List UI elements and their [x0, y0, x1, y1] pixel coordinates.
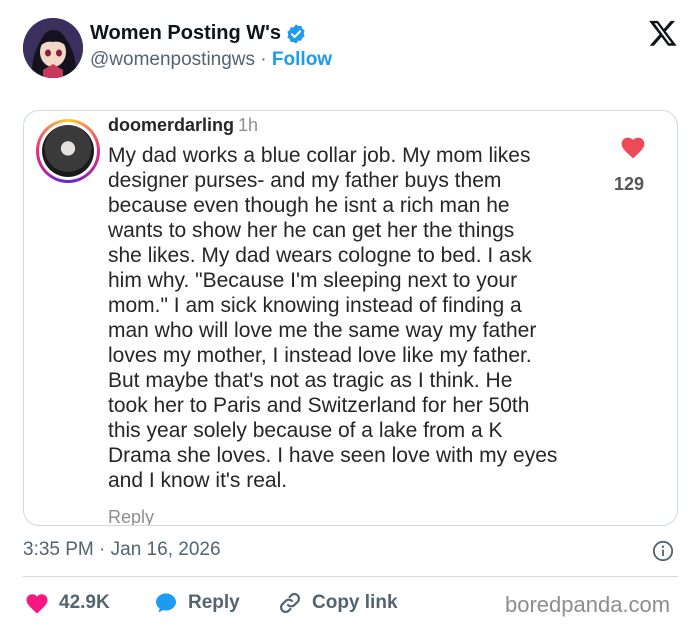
follow-button[interactable]: Follow	[272, 49, 332, 70]
comment-text-line: because even though he isnt a rich man h…	[108, 194, 510, 217]
like-button[interactable]: 42.9K	[25, 590, 110, 616]
heart-icon[interactable]	[620, 135, 646, 159]
comment-text-line: and I know it's real.	[108, 469, 288, 492]
author-handle-row: @womenpostingws · Follow	[90, 49, 332, 71]
commenter-avatar[interactable]	[36, 119, 100, 183]
reply-label: Reply	[188, 592, 240, 613]
speech-bubble-icon	[156, 593, 176, 613]
comment-text-line: man who will love me the same way my fat…	[108, 319, 537, 342]
divider	[23, 576, 678, 577]
anime-avatar-image	[23, 18, 83, 78]
like-count: 42.9K	[59, 592, 110, 613]
comment-text-line: Drama she loves. I have seen love with m…	[108, 444, 558, 467]
author-display-name[interactable]: Women Posting W's	[90, 22, 281, 45]
comment-reply-link[interactable]: Reply	[108, 507, 154, 525]
reply-button[interactable]: Reply	[154, 590, 240, 616]
comment-text-line: But maybe that's not as tragic as I thin…	[108, 369, 513, 392]
comment-text-line: My dad works a blue collar job. My mom l…	[108, 144, 531, 167]
separator-dot: ·	[255, 49, 272, 70]
embedded-comment-card: doomerdarling 1h My dad works a blue coll…	[23, 110, 678, 526]
comment-text-line: loves my mother, I instead love like my …	[108, 344, 532, 367]
info-icon[interactable]	[652, 540, 674, 562]
commenter-username[interactable]: doomerdarling	[108, 115, 234, 135]
commenter-username-row: doomerdarling 1h	[108, 115, 258, 136]
tweet-timestamp[interactable]: 3:35 PM · Jan 16, 2026	[23, 539, 221, 561]
author-avatar[interactable]	[23, 18, 83, 78]
source-watermark: boredpanda.com	[505, 592, 671, 617]
heart-filled-icon	[26, 594, 48, 614]
comment-text-line: him why. "Because I'm sleeping next to y…	[108, 269, 518, 292]
comment-like-count: 129	[614, 174, 645, 194]
link-icon	[279, 592, 301, 614]
comment-text-line: mom." I am sick knowing instead of findi…	[108, 294, 522, 317]
comment-text-line: took her to Paris and Switzerland for he…	[108, 394, 530, 417]
author-handle[interactable]: @womenpostingws	[90, 49, 255, 70]
comment-text-line: wants to show her he can get her the thi…	[108, 219, 515, 242]
verified-badge-icon	[287, 23, 305, 44]
author-display-name-row[interactable]: Women Posting W's	[90, 22, 307, 45]
copy-link-label: Copy link	[312, 592, 398, 613]
comment-time-ago: 1h	[238, 115, 259, 135]
copy-link-button[interactable]: Copy link	[278, 590, 398, 616]
x-logo-icon[interactable]	[648, 18, 678, 48]
tweet-embed: Women Posting W's @womenpostingws · Foll…	[0, 0, 700, 629]
comment-text-line: she likes. My dad wears cologne to bed. …	[108, 244, 532, 267]
comment-text-line: this year solely because of a lake from …	[108, 419, 503, 442]
comment-text-line: designer purses- and my father buys them	[108, 169, 502, 192]
comment-text: My dad works a blue collar job. My mom l…	[108, 143, 608, 493]
